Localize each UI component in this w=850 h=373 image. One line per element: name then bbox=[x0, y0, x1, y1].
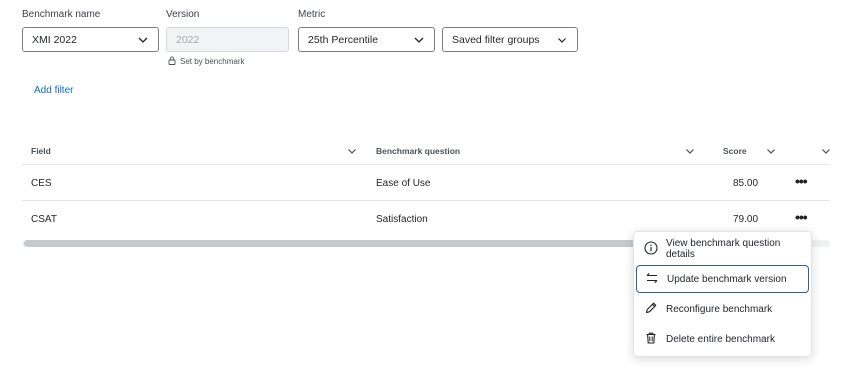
version-note: Set by benchmark bbox=[168, 56, 244, 67]
metric-label: Metric bbox=[298, 9, 326, 20]
row-actions-button[interactable]: ••• bbox=[795, 173, 808, 189]
saved-filter-groups-value: Saved filter groups bbox=[452, 33, 540, 46]
swap-icon bbox=[645, 271, 659, 288]
benchmark-name-select[interactable]: XMI 2022 bbox=[22, 27, 159, 52]
table-divider bbox=[22, 200, 830, 201]
chevron-down-icon[interactable] bbox=[346, 145, 358, 157]
column-header-field[interactable]: Field bbox=[31, 146, 51, 156]
menu-item-label: Delete entire benchmark bbox=[666, 333, 775, 345]
row-score: 79.00 bbox=[733, 214, 759, 225]
scrollbar-thumb[interactable] bbox=[24, 240, 644, 247]
lock-icon bbox=[168, 56, 176, 67]
menu-item-label: Update benchmark version bbox=[667, 273, 787, 285]
chevron-down-icon[interactable] bbox=[765, 145, 777, 157]
menu-item-update-version[interactable]: Update benchmark version bbox=[636, 265, 809, 293]
metric-select[interactable]: 25th Percentile bbox=[298, 27, 435, 52]
chevron-down-icon[interactable] bbox=[684, 145, 696, 157]
row-question: Satisfaction bbox=[376, 214, 428, 225]
trash-icon bbox=[644, 331, 658, 348]
chevron-down-icon bbox=[413, 34, 425, 46]
menu-item-delete[interactable]: Delete entire benchmark bbox=[636, 325, 809, 353]
metric-value: 25th Percentile bbox=[308, 33, 379, 46]
menu-item-label: View benchmark question details bbox=[666, 238, 781, 260]
info-icon bbox=[644, 240, 658, 258]
benchmark-name-value: XMI 2022 bbox=[32, 33, 77, 46]
row-question: Ease of Use bbox=[376, 178, 431, 189]
row-score: 85.00 bbox=[733, 178, 759, 189]
table-divider bbox=[22, 164, 830, 165]
version-label: Version bbox=[166, 9, 200, 20]
chevron-down-icon bbox=[137, 34, 149, 46]
menu-item-reconfigure[interactable]: Reconfigure benchmark bbox=[636, 295, 809, 323]
add-filter-link[interactable]: Add filter bbox=[34, 85, 73, 96]
row-actions-button[interactable]: ••• bbox=[795, 209, 808, 225]
chevron-down-icon[interactable] bbox=[820, 145, 832, 157]
chevron-down-icon bbox=[556, 34, 568, 46]
column-header-score[interactable]: Score bbox=[723, 146, 747, 156]
version-value: 2022 bbox=[176, 33, 200, 46]
row-field: CES bbox=[31, 178, 52, 189]
row-context-menu: View benchmark question details Update b… bbox=[633, 231, 812, 357]
column-header-question[interactable]: Benchmark question bbox=[376, 146, 460, 156]
row-field: CSAT bbox=[31, 214, 57, 225]
pencil-icon bbox=[644, 301, 658, 318]
menu-item-view-details[interactable]: View benchmark question details bbox=[636, 235, 809, 263]
version-field: 2022 bbox=[166, 27, 289, 52]
menu-item-label: Reconfigure benchmark bbox=[666, 303, 773, 315]
benchmark-name-label: Benchmark name bbox=[22, 9, 101, 20]
version-note-text: Set by benchmark bbox=[180, 57, 245, 66]
saved-filter-groups-select[interactable]: Saved filter groups bbox=[442, 27, 578, 52]
